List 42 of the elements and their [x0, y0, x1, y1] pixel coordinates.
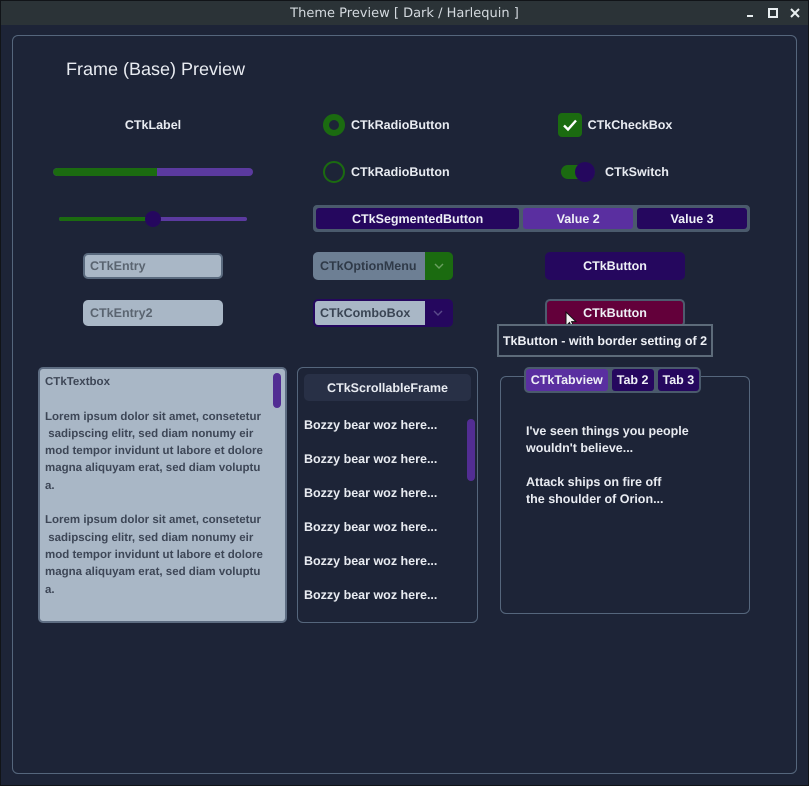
- tab[interactable]: Tab 2: [612, 369, 654, 391]
- scrollbar-thumb[interactable]: [467, 419, 475, 481]
- slider-handle[interactable]: [145, 210, 161, 226]
- entry-field[interactable]: CTkEntry2: [83, 300, 223, 326]
- switch-label: CTkSwitch: [605, 164, 669, 178]
- list-item-text: Bozzy bear woz here...: [304, 451, 438, 468]
- tooltip: TkButton - with border setting of 2: [497, 324, 713, 357]
- slider[interactable]: [59, 210, 247, 228]
- list-item-text: Bozzy bear woz here...: [304, 485, 438, 502]
- list-item-text: Bozzy bear woz here...: [304, 519, 438, 536]
- combo-box[interactable]: CTkComboBox: [313, 298, 453, 326]
- window-title: Theme Preview [ Dark / Harlequin ]: [290, 6, 519, 20]
- maximize-icon[interactable]: [768, 8, 778, 18]
- primary-button[interactable]: CTkButton: [545, 298, 685, 326]
- tab[interactable]: Tab 3: [658, 369, 700, 391]
- checkbox-label: CTkCheckBox: [588, 118, 672, 132]
- scrollable-frame-title: CTkScrollableFrame: [304, 374, 471, 401]
- check-icon: [562, 118, 578, 132]
- chevron-down-icon: [433, 310, 443, 316]
- textbox-text: CTkTextbox Lorem ipsum dolor sit amet, consetetur sadipscing elitr, sed diam nonumy eir mod tempor invidunt ut labore et dolore magna aliquyam erat, sed diam voluptu a. Lorem ipsum dolor sit amet, consetetur sadipscing elitr, sed diam nonumy eir mod tempor invidunt ut labore et dolore magna aliquyam erat, sed diam voluptu a.: [45, 375, 263, 598]
- list-item-text: Bozzy bear woz here...: [304, 417, 438, 434]
- list-item-text: Bozzy bear woz here...: [304, 587, 438, 604]
- checkbox[interactable]: [558, 112, 582, 136]
- text-box[interactable]: [38, 367, 287, 623]
- chevron-down-icon: [434, 262, 444, 268]
- segment-button[interactable]: CTkSegmentedButton: [316, 208, 520, 229]
- radio-button[interactable]: [323, 114, 345, 136]
- label-text: CTkLabel: [124, 118, 182, 132]
- close-icon[interactable]: [790, 8, 800, 18]
- primary-button[interactable]: CTkButton: [545, 252, 685, 280]
- entry-field[interactable]: CTkEntry: [83, 252, 223, 278]
- radio-button[interactable]: [323, 160, 345, 182]
- radio-label: CTkRadioButton: [351, 118, 450, 132]
- toggle-switch[interactable]: [561, 164, 596, 178]
- tab[interactable]: CTkTabview: [526, 369, 608, 391]
- segment-button[interactable]: Value 3: [637, 208, 748, 229]
- radio-label: CTkRadioButton: [351, 164, 450, 178]
- list-item-text: Bozzy bear woz here...: [304, 553, 438, 570]
- tab-content-text: I've seen things you people wouldn't believe... Attack ships on fire off the shoulder of Orion...: [526, 423, 689, 508]
- segment-button[interactable]: Value 2: [523, 208, 634, 229]
- scrollbar-thumb[interactable]: [273, 373, 281, 408]
- frame-title: Frame (Base) Preview: [66, 58, 246, 80]
